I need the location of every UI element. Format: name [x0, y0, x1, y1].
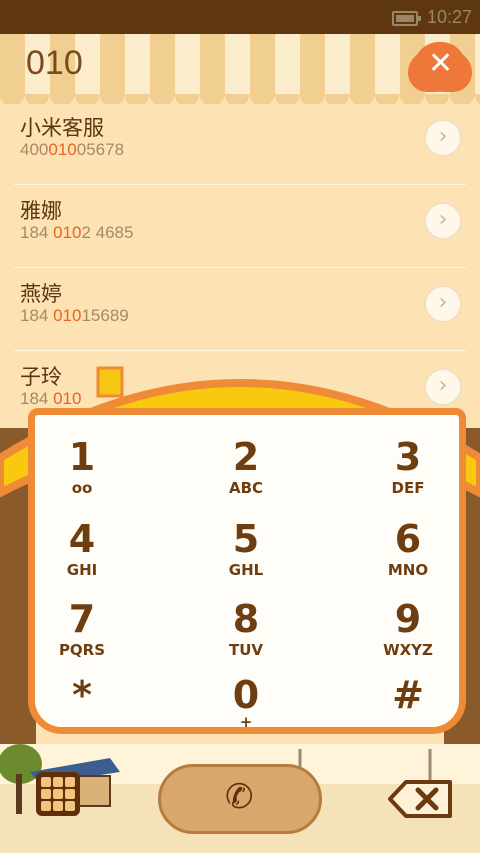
- status-time: 10:27: [426, 7, 472, 27]
- battery-icon: [392, 11, 421, 26]
- dial-key-2[interactable]: 2 ABC: [186, 435, 306, 515]
- clear-button[interactable]: ✕: [414, 42, 466, 88]
- dialed-number-input[interactable]: 010: [26, 44, 83, 83]
- contact-row[interactable]: 雅娜 184 0102 4685 ›: [14, 185, 466, 268]
- dialpad-toggle-button[interactable]: [36, 772, 80, 816]
- phone-icon: ✆: [225, 777, 254, 817]
- dial-key-6[interactable]: 6 MNO: [348, 517, 468, 597]
- contact-row[interactable]: 小米客服 40001005678 ›: [14, 102, 466, 185]
- contact-row[interactable]: 燕婷 184 01015689 ›: [14, 268, 466, 351]
- backspace-icon: [388, 780, 452, 818]
- contact-number: 184 01015689: [20, 306, 129, 325]
- search-header: 010 ✕: [0, 34, 480, 104]
- dialpad: 1 oo 2 ABC 3 DEF 4 GHI 5 GHL 6 MNO 7 PQRS 8 TUV …: [28, 408, 466, 734]
- call-button[interactable]: ✆: [158, 764, 322, 834]
- contact-name: 燕婷: [20, 282, 62, 306]
- dial-key-1[interactable]: 1 oo: [22, 435, 142, 515]
- close-icon: ✕: [428, 46, 454, 81]
- dial-key-4[interactable]: 4 GHI: [22, 517, 142, 597]
- chevron-right-icon[interactable]: ›: [424, 285, 462, 323]
- dial-key-0[interactable]: 0 +: [186, 673, 306, 753]
- dial-key-3[interactable]: 3 DEF: [348, 435, 468, 515]
- dial-key-hash[interactable]: #: [348, 673, 468, 753]
- chevron-right-icon[interactable]: ›: [424, 202, 462, 240]
- dial-key-8[interactable]: 8 TUV: [186, 597, 306, 677]
- status-bar: 10:27: [0, 0, 480, 34]
- contact-number: 184 0102 4685: [20, 223, 134, 242]
- dial-key-9[interactable]: 9 WXYZ: [348, 597, 468, 677]
- contact-number: 40001005678: [20, 140, 125, 159]
- dialpad-house: 1 oo 2 ABC 3 DEF 4 GHI 5 GHL 6 MNO 7 PQRS 8 TUV …: [0, 348, 480, 748]
- dial-key-5[interactable]: 5 GHL: [186, 517, 306, 597]
- dial-key-star[interactable]: *: [22, 673, 142, 753]
- contact-name: 雅娜: [20, 199, 62, 223]
- dial-key-7[interactable]: 7 PQRS: [22, 597, 142, 677]
- contact-name: 小米客服: [20, 116, 104, 140]
- backspace-button[interactable]: [388, 778, 454, 820]
- chevron-right-icon[interactable]: ›: [424, 119, 462, 157]
